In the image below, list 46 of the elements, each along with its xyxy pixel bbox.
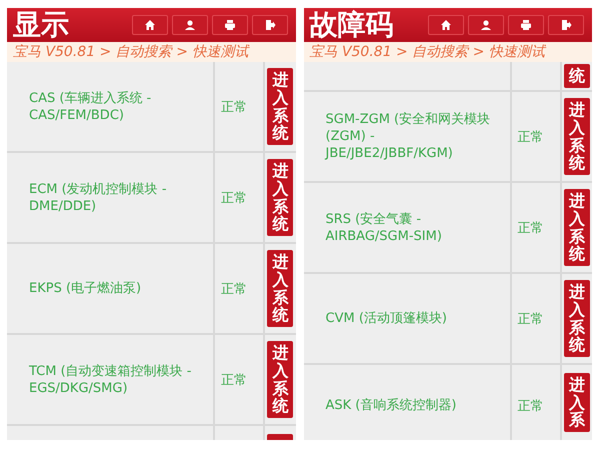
status-text: 正常 bbox=[518, 128, 544, 146]
page-title: 故障码 bbox=[310, 8, 394, 42]
exit-button[interactable] bbox=[548, 15, 584, 35]
enter-system-button[interactable]: 进入系统 bbox=[564, 98, 590, 175]
home-icon bbox=[144, 19, 156, 31]
home-button[interactable] bbox=[428, 15, 464, 35]
module-name: CAS (车辆进入系统 - CAS/FEM/BDC) bbox=[29, 90, 152, 124]
status-text: 正常 bbox=[518, 310, 544, 328]
module-name: ASK (音响系统控制器) bbox=[326, 397, 456, 414]
person-icon bbox=[184, 19, 196, 31]
page-title: 显示 bbox=[13, 8, 69, 42]
enter-system-button[interactable]: 进入系统 bbox=[267, 250, 294, 327]
exit-icon bbox=[560, 19, 572, 31]
home-icon bbox=[440, 19, 452, 31]
status-text: 正常 bbox=[518, 220, 544, 236]
person-icon bbox=[480, 19, 492, 31]
breadcrumb: 宝马 V50.81 > 自动搜索 > 快速测试 bbox=[304, 42, 592, 62]
printer-button[interactable] bbox=[212, 15, 248, 35]
printer-icon bbox=[520, 19, 532, 31]
module-name: EKPS (电子燃油泵) bbox=[29, 280, 142, 297]
module-name: ECM (发动机控制模块 - DME/DDE) bbox=[29, 180, 168, 214]
status-text: 正常 bbox=[221, 190, 247, 206]
enter-system-button[interactable]: 进入系 bbox=[564, 373, 590, 432]
breadcrumb: 宝马 V50.81 > 自动搜索 > 快速测试 bbox=[7, 42, 296, 62]
status-text: 正常 bbox=[518, 398, 544, 415]
module-name: SRS (安全气囊 - AIRBAG/SGM-SIM) bbox=[326, 210, 443, 244]
enter-system-button[interactable]: 进入系统 bbox=[267, 159, 294, 236]
person-button[interactable] bbox=[172, 15, 208, 35]
enter-system-button[interactable]: 进入系统 bbox=[564, 280, 590, 357]
enter-system-button[interactable]: 进入系统 bbox=[267, 68, 294, 145]
status-text: 正常 bbox=[221, 280, 247, 298]
person-button[interactable] bbox=[468, 15, 504, 35]
home-button[interactable] bbox=[132, 15, 168, 35]
table-cell bbox=[512, 62, 560, 90]
exit-button[interactable] bbox=[252, 15, 288, 35]
enter-system-button[interactable]: 统 bbox=[564, 64, 590, 88]
enter-system-button[interactable]: 进入系统 bbox=[564, 189, 590, 266]
printer-button[interactable] bbox=[508, 15, 544, 35]
module-name: TCM (自动变速箱控制模块 - EGS/DKG/SMG) bbox=[29, 362, 192, 396]
module-name: SGM-ZGM (安全和网关模块 (ZGM) - JBE/JBE2/JBBF/KGM) bbox=[326, 111, 492, 162]
module-name: CVM (活动顶篷模块) bbox=[326, 310, 447, 327]
exit-icon bbox=[264, 19, 276, 31]
status-text: 正常 bbox=[221, 98, 247, 116]
status-text: 正常 bbox=[221, 372, 247, 388]
printer-icon bbox=[224, 19, 236, 31]
enter-system-button[interactable]: 进入系统 bbox=[267, 341, 294, 418]
